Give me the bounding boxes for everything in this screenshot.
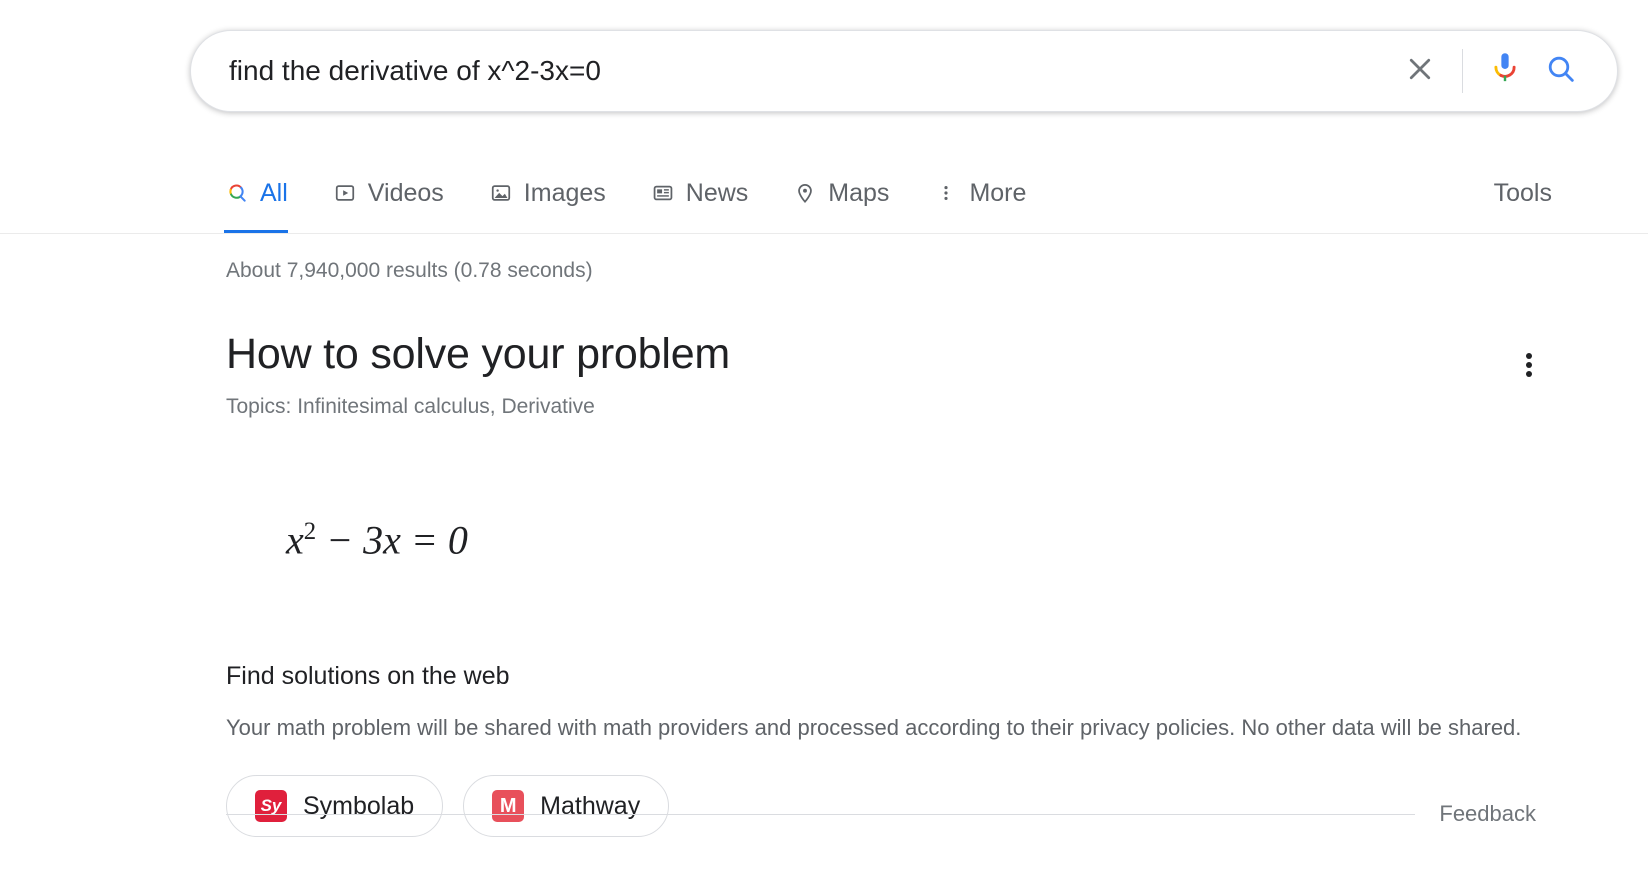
card-options-button[interactable] (1506, 342, 1552, 388)
more-vertical-icon (1526, 350, 1532, 380)
tools-button[interactable]: Tools (1494, 178, 1552, 208)
footer-divider (226, 814, 1415, 815)
tab-videos[interactable]: Videos (310, 160, 466, 233)
news-icon (650, 178, 676, 208)
clear-search-button[interactable] (1392, 43, 1448, 99)
search-input[interactable] (229, 54, 1392, 88)
tab-maps-label: Maps (828, 178, 889, 208)
tab-maps[interactable]: Maps (770, 160, 911, 233)
google-search-icon (224, 178, 250, 208)
tab-news-label: News (686, 178, 749, 208)
card-footer: Feedback (226, 800, 1536, 828)
search-bar-divider (1462, 49, 1463, 93)
equation-exponent: 2 (304, 518, 316, 545)
search-tabs: All Videos Images (224, 160, 1048, 233)
search-submit-button[interactable] (1533, 43, 1589, 99)
tab-news[interactable]: News (628, 160, 771, 233)
tab-all[interactable]: All (224, 160, 310, 233)
results-area: About 7,940,000 results (0.78 seconds) H… (226, 258, 1536, 837)
feedback-link[interactable]: Feedback (1439, 800, 1536, 828)
tab-more-label: More (969, 178, 1026, 208)
privacy-note: Your math problem will be shared with ma… (226, 712, 1526, 743)
search-bar[interactable] (190, 30, 1618, 112)
google-mic-icon (1490, 52, 1520, 91)
equation-rest: − 3x = 0 (316, 517, 468, 562)
tab-all-label: All (260, 178, 288, 208)
search-magnifier-icon (1545, 53, 1577, 90)
card-topics: Topics: Infinitesimal calculus, Derivati… (226, 394, 1536, 420)
math-equation: x2 − 3x = 0 (226, 460, 1536, 612)
equation-base: x (286, 517, 304, 562)
search-nav-bar: All Videos Images (0, 160, 1648, 234)
close-icon (1405, 54, 1435, 89)
map-pin-icon (792, 178, 818, 208)
tab-more[interactable]: More (911, 160, 1048, 233)
tab-images-label: Images (524, 178, 606, 208)
result-stats: About 7,940,000 results (0.78 seconds) (226, 258, 1536, 284)
video-icon (332, 178, 358, 208)
voice-search-button[interactable] (1477, 43, 1533, 99)
search-bar-icons (1392, 43, 1589, 99)
search-bar-container (190, 30, 1618, 112)
image-icon (488, 178, 514, 208)
find-solutions-heading: Find solutions on the web (226, 660, 1536, 692)
math-solver-card: How to solve your problem Topics: Infini… (226, 328, 1536, 837)
more-vertical-icon (933, 178, 959, 208)
tab-images[interactable]: Images (466, 160, 628, 233)
tab-videos-label: Videos (368, 178, 444, 208)
page-title: How to solve your problem (226, 328, 1536, 380)
